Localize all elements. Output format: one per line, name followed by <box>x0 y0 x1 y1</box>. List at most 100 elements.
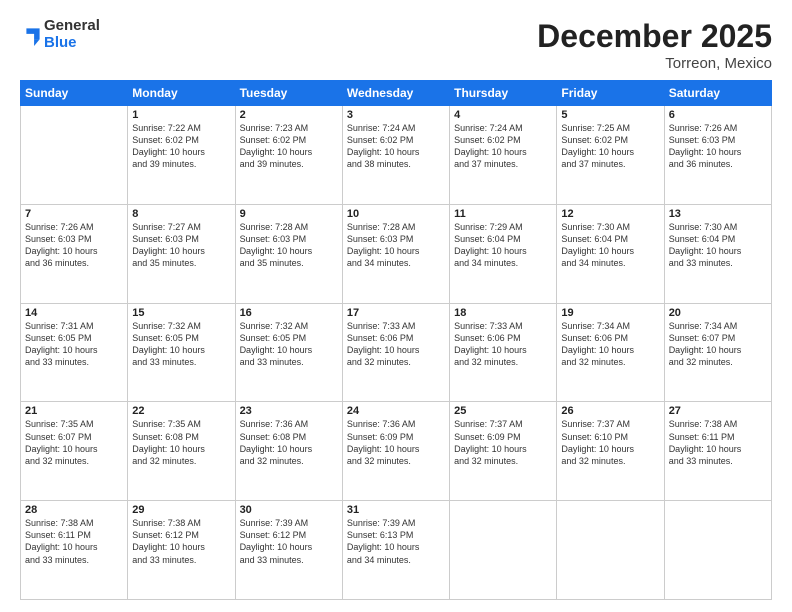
day-info: Sunrise: 7:28 AM Sunset: 6:03 PM Dayligh… <box>347 221 445 270</box>
day-info: Sunrise: 7:30 AM Sunset: 6:04 PM Dayligh… <box>561 221 659 270</box>
calendar-header-row: Sunday Monday Tuesday Wednesday Thursday… <box>21 81 772 106</box>
day-number: 1 <box>132 109 230 121</box>
table-row: 8Sunrise: 7:27 AM Sunset: 6:03 PM Daylig… <box>128 204 235 303</box>
day-number: 18 <box>454 307 552 319</box>
logo-icon <box>22 24 44 46</box>
table-row: 18Sunrise: 7:33 AM Sunset: 6:06 PM Dayli… <box>450 303 557 402</box>
day-info: Sunrise: 7:38 AM Sunset: 6:11 PM Dayligh… <box>669 418 767 467</box>
day-number: 14 <box>25 307 123 319</box>
table-row: 1Sunrise: 7:22 AM Sunset: 6:02 PM Daylig… <box>128 106 235 205</box>
calendar-table: Sunday Monday Tuesday Wednesday Thursday… <box>20 80 772 600</box>
table-row: 4Sunrise: 7:24 AM Sunset: 6:02 PM Daylig… <box>450 106 557 205</box>
day-info: Sunrise: 7:36 AM Sunset: 6:09 PM Dayligh… <box>347 418 445 467</box>
day-number: 27 <box>669 405 767 417</box>
table-row: 22Sunrise: 7:35 AM Sunset: 6:08 PM Dayli… <box>128 402 235 501</box>
table-row: 7Sunrise: 7:26 AM Sunset: 6:03 PM Daylig… <box>21 204 128 303</box>
day-number: 17 <box>347 307 445 319</box>
table-row <box>664 501 771 600</box>
day-info: Sunrise: 7:28 AM Sunset: 6:03 PM Dayligh… <box>240 221 338 270</box>
table-row <box>21 106 128 205</box>
header: General Blue December 2025 Torreon, Mexi… <box>20 18 772 72</box>
day-number: 16 <box>240 307 338 319</box>
table-row: 3Sunrise: 7:24 AM Sunset: 6:02 PM Daylig… <box>342 106 449 205</box>
table-row: 14Sunrise: 7:31 AM Sunset: 6:05 PM Dayli… <box>21 303 128 402</box>
col-tuesday: Tuesday <box>235 81 342 106</box>
col-sunday: Sunday <box>21 81 128 106</box>
day-number: 20 <box>669 307 767 319</box>
table-row: 21Sunrise: 7:35 AM Sunset: 6:07 PM Dayli… <box>21 402 128 501</box>
table-row: 27Sunrise: 7:38 AM Sunset: 6:11 PM Dayli… <box>664 402 771 501</box>
calendar-week-row: 28Sunrise: 7:38 AM Sunset: 6:11 PM Dayli… <box>21 501 772 600</box>
table-row: 9Sunrise: 7:28 AM Sunset: 6:03 PM Daylig… <box>235 204 342 303</box>
day-number: 3 <box>347 109 445 121</box>
day-info: Sunrise: 7:25 AM Sunset: 6:02 PM Dayligh… <box>561 122 659 171</box>
day-info: Sunrise: 7:22 AM Sunset: 6:02 PM Dayligh… <box>132 122 230 171</box>
day-number: 11 <box>454 208 552 220</box>
table-row: 25Sunrise: 7:37 AM Sunset: 6:09 PM Dayli… <box>450 402 557 501</box>
table-row: 29Sunrise: 7:38 AM Sunset: 6:12 PM Dayli… <box>128 501 235 600</box>
table-row: 30Sunrise: 7:39 AM Sunset: 6:12 PM Dayli… <box>235 501 342 600</box>
day-number: 8 <box>132 208 230 220</box>
table-row: 12Sunrise: 7:30 AM Sunset: 6:04 PM Dayli… <box>557 204 664 303</box>
day-number: 15 <box>132 307 230 319</box>
day-number: 25 <box>454 405 552 417</box>
day-info: Sunrise: 7:35 AM Sunset: 6:08 PM Dayligh… <box>132 418 230 467</box>
table-row: 31Sunrise: 7:39 AM Sunset: 6:13 PM Dayli… <box>342 501 449 600</box>
day-info: Sunrise: 7:27 AM Sunset: 6:03 PM Dayligh… <box>132 221 230 270</box>
table-row: 24Sunrise: 7:36 AM Sunset: 6:09 PM Dayli… <box>342 402 449 501</box>
day-info: Sunrise: 7:24 AM Sunset: 6:02 PM Dayligh… <box>347 122 445 171</box>
calendar-week-row: 1Sunrise: 7:22 AM Sunset: 6:02 PM Daylig… <box>21 106 772 205</box>
page-subtitle: Torreon, Mexico <box>537 55 772 72</box>
day-info: Sunrise: 7:33 AM Sunset: 6:06 PM Dayligh… <box>454 320 552 369</box>
logo-general: General <box>44 18 100 35</box>
table-row: 19Sunrise: 7:34 AM Sunset: 6:06 PM Dayli… <box>557 303 664 402</box>
logo: General Blue <box>20 18 100 51</box>
col-monday: Monday <box>128 81 235 106</box>
table-row: 17Sunrise: 7:33 AM Sunset: 6:06 PM Dayli… <box>342 303 449 402</box>
table-row: 16Sunrise: 7:32 AM Sunset: 6:05 PM Dayli… <box>235 303 342 402</box>
table-row: 15Sunrise: 7:32 AM Sunset: 6:05 PM Dayli… <box>128 303 235 402</box>
day-info: Sunrise: 7:26 AM Sunset: 6:03 PM Dayligh… <box>25 221 123 270</box>
table-row: 2Sunrise: 7:23 AM Sunset: 6:02 PM Daylig… <box>235 106 342 205</box>
col-wednesday: Wednesday <box>342 81 449 106</box>
day-info: Sunrise: 7:30 AM Sunset: 6:04 PM Dayligh… <box>669 221 767 270</box>
day-number: 7 <box>25 208 123 220</box>
logo-text: General Blue <box>44 18 100 51</box>
day-number: 10 <box>347 208 445 220</box>
table-row: 10Sunrise: 7:28 AM Sunset: 6:03 PM Dayli… <box>342 204 449 303</box>
page-title: December 2025 <box>537 18 772 55</box>
calendar-week-row: 14Sunrise: 7:31 AM Sunset: 6:05 PM Dayli… <box>21 303 772 402</box>
day-number: 12 <box>561 208 659 220</box>
day-info: Sunrise: 7:39 AM Sunset: 6:13 PM Dayligh… <box>347 517 445 566</box>
day-info: Sunrise: 7:39 AM Sunset: 6:12 PM Dayligh… <box>240 517 338 566</box>
day-info: Sunrise: 7:33 AM Sunset: 6:06 PM Dayligh… <box>347 320 445 369</box>
col-saturday: Saturday <box>664 81 771 106</box>
table-row: 6Sunrise: 7:26 AM Sunset: 6:03 PM Daylig… <box>664 106 771 205</box>
col-friday: Friday <box>557 81 664 106</box>
day-number: 5 <box>561 109 659 121</box>
day-info: Sunrise: 7:32 AM Sunset: 6:05 PM Dayligh… <box>240 320 338 369</box>
day-info: Sunrise: 7:38 AM Sunset: 6:11 PM Dayligh… <box>25 517 123 566</box>
day-number: 6 <box>669 109 767 121</box>
calendar-week-row: 7Sunrise: 7:26 AM Sunset: 6:03 PM Daylig… <box>21 204 772 303</box>
day-number: 22 <box>132 405 230 417</box>
table-row: 23Sunrise: 7:36 AM Sunset: 6:08 PM Dayli… <box>235 402 342 501</box>
day-info: Sunrise: 7:38 AM Sunset: 6:12 PM Dayligh… <box>132 517 230 566</box>
day-number: 19 <box>561 307 659 319</box>
table-row <box>450 501 557 600</box>
day-info: Sunrise: 7:36 AM Sunset: 6:08 PM Dayligh… <box>240 418 338 467</box>
day-number: 23 <box>240 405 338 417</box>
day-number: 30 <box>240 504 338 516</box>
day-info: Sunrise: 7:34 AM Sunset: 6:07 PM Dayligh… <box>669 320 767 369</box>
day-info: Sunrise: 7:23 AM Sunset: 6:02 PM Dayligh… <box>240 122 338 171</box>
table-row <box>557 501 664 600</box>
day-info: Sunrise: 7:37 AM Sunset: 6:09 PM Dayligh… <box>454 418 552 467</box>
col-thursday: Thursday <box>450 81 557 106</box>
day-number: 9 <box>240 208 338 220</box>
title-block: December 2025 Torreon, Mexico <box>537 18 772 72</box>
table-row: 26Sunrise: 7:37 AM Sunset: 6:10 PM Dayli… <box>557 402 664 501</box>
day-info: Sunrise: 7:32 AM Sunset: 6:05 PM Dayligh… <box>132 320 230 369</box>
day-number: 13 <box>669 208 767 220</box>
day-number: 2 <box>240 109 338 121</box>
day-number: 24 <box>347 405 445 417</box>
